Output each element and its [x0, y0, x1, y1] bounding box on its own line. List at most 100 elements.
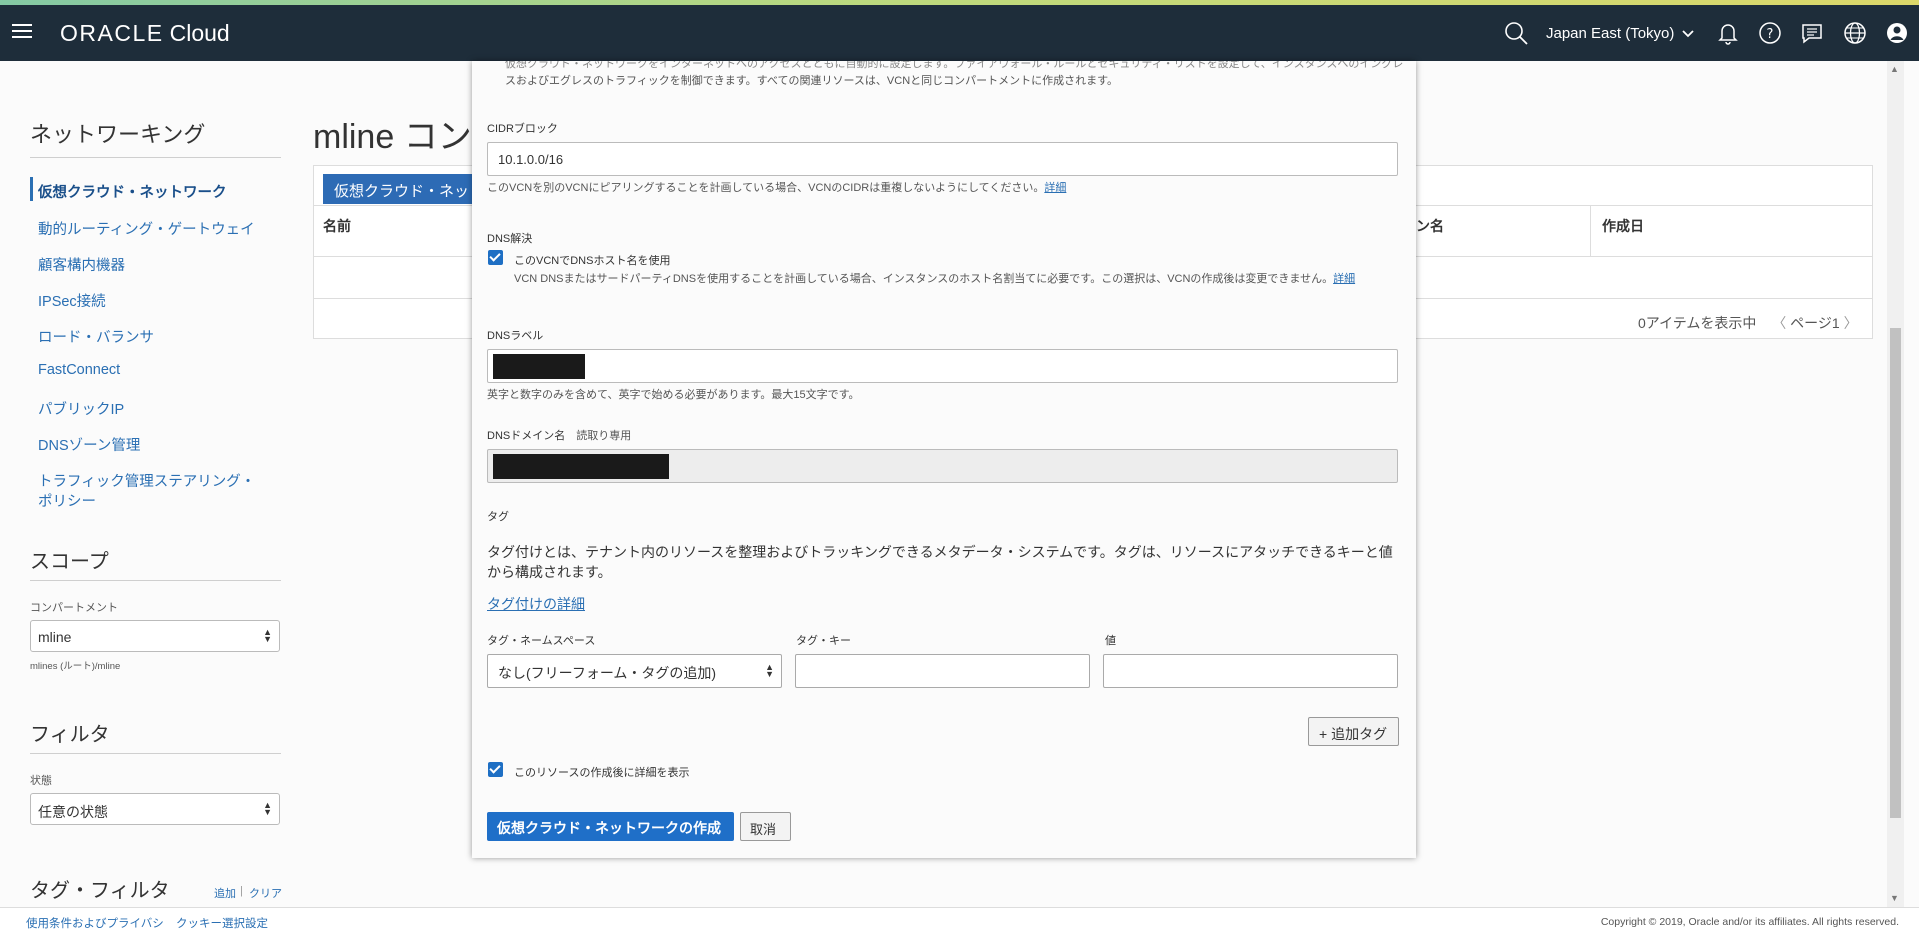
- cidr-details-link[interactable]: 詳細: [1044, 182, 1066, 194]
- tag-namespace-select[interactable]: なし(フリーフォーム・タグの追加) ▲ ▼: [487, 654, 782, 688]
- create-vcn-submit-button[interactable]: 仮想クラウド・ネットワークの作成: [487, 812, 734, 841]
- select-arrows-icon: ▲ ▼: [263, 627, 272, 644]
- state-value: 任意の状態: [38, 804, 108, 820]
- cancel-button[interactable]: 取消: [740, 812, 791, 841]
- menu-icon[interactable]: [12, 23, 32, 39]
- sidebar-divider: [30, 157, 281, 158]
- sidebar-item-public-ip[interactable]: パブリックIP: [38, 398, 124, 419]
- pagination-bar: 0アイテムを表示中 〈 ページ1 〉: [1638, 313, 1858, 333]
- tag-key-label: タグ・キー: [796, 635, 851, 647]
- sidebar-item-fastconnect[interactable]: FastConnect: [38, 362, 120, 378]
- tag-namespace-value: なし(フリーフォーム・タグの追加): [498, 665, 717, 681]
- tag-namespace-label: タグ・ネームスペース: [487, 635, 596, 647]
- compartment-label: コンパートメント: [30, 602, 118, 614]
- sidebar-item-vcn[interactable]: 仮想クラウド・ネットワーク: [38, 181, 227, 202]
- search-icon[interactable]: [1502, 19, 1530, 47]
- redacted-block: [493, 354, 585, 379]
- page-title: mline コン: [313, 118, 472, 156]
- tags-description-line1: タグ付けとは、テナント内のリソースを整理およびトラッキングできるメタデータ・シス…: [487, 544, 1393, 560]
- show-details-label: このリソースの作成後に詳細を表示: [514, 767, 690, 779]
- column-header-created[interactable]: 作成日: [1602, 216, 1644, 236]
- region-selector[interactable]: Japan East (Tokyo): [1546, 25, 1695, 43]
- column-separator: [1590, 206, 1591, 257]
- scope-heading: スコープ: [30, 551, 109, 573]
- help-icon[interactable]: ?: [1756, 19, 1784, 47]
- sidebar-item-ipsec[interactable]: IPSec接続: [38, 290, 106, 311]
- copyright: Copyright © 2019, Oracle and/or its affi…: [1600, 916, 1899, 928]
- scope-divider: [30, 580, 281, 581]
- page-number: ページ1: [1790, 315, 1840, 331]
- intro-text-line1: 仮想クラウド・ネットワークをインターネットへのアクセスとともに自動的に設定します…: [505, 61, 1404, 70]
- dns-domain-input: [487, 449, 1398, 483]
- dns-label-help: 英字と数字のみを含めて、英字で始める必要があります。最大15文字です。: [487, 389, 860, 401]
- compartment-value: mline: [38, 629, 72, 645]
- use-dns-hostnames-checkbox[interactable]: [488, 250, 503, 265]
- cidr-help-text: このVCNを別のVCNにピアリングすることを計画している場合、VCNのCIDRは…: [487, 182, 1045, 194]
- scroll-up-icon[interactable]: ▲: [1890, 64, 1899, 74]
- cidr-value: 10.1.0.0/16: [498, 152, 564, 167]
- cidr-label: CIDRブロック: [487, 123, 558, 135]
- filter-heading: フィルタ: [30, 724, 110, 746]
- state-select[interactable]: 任意の状態 ▲ ▼: [30, 793, 280, 825]
- create-vcn-dialog: 仮想クラウド・ネットワークをインターネットへのアクセスとともに自動的に設定します…: [472, 61, 1416, 858]
- globe-icon[interactable]: [1841, 19, 1869, 47]
- column-header-domain[interactable]: ン名: [1416, 216, 1444, 236]
- tags-heading: タグ: [487, 511, 509, 523]
- tag-value-input[interactable]: [1103, 654, 1398, 688]
- dns-label-input[interactable]: [487, 349, 1398, 383]
- add-tag-button[interactable]: + 追加タグ: [1308, 717, 1399, 746]
- select-arrows-icon: ▲ ▼: [765, 662, 774, 679]
- tags-description-line2: から構成されます。: [487, 564, 612, 580]
- sidebar-item-traffic-steering-2[interactable]: ポリシー: [38, 490, 96, 511]
- dns-label-label: DNSラベル: [487, 330, 544, 342]
- items-count: 0アイテムを表示中: [1638, 315, 1757, 331]
- cookie-settings-link[interactable]: クッキー選択設定: [176, 915, 268, 931]
- terms-privacy-link[interactable]: 使用条件およびプライバシ: [26, 915, 164, 931]
- sidebar-item-load-balancer[interactable]: ロード・バランサ: [38, 326, 154, 347]
- show-details-checkbox[interactable]: [488, 762, 503, 777]
- svg-text:?: ?: [1767, 27, 1774, 42]
- chevron-down-icon: [1681, 26, 1695, 43]
- dns-hostnames-help-text: VCN DNSまたはサードパーティDNSを使用することを計画している場合、インス…: [514, 273, 1334, 285]
- tag-key-input[interactable]: [795, 654, 1090, 688]
- scroll-down-icon[interactable]: ▼: [1890, 893, 1899, 903]
- oracle-cloud-logo[interactable]: ORACLE Cloud: [60, 20, 230, 47]
- top-header: ORACLE Cloud Japan East (Tokyo) ?: [0, 5, 1919, 61]
- readonly-badge: 読取り専用: [576, 430, 632, 442]
- dns-resolution-label: DNS解決: [487, 233, 533, 245]
- sidebar-heading: ネットワーキング: [30, 122, 206, 147]
- sidebar-item-traffic-steering[interactable]: トラフィック管理ステアリング・: [38, 470, 255, 491]
- tag-filter-separator: |: [240, 885, 243, 897]
- dns-domain-label-text: DNSドメイン名: [487, 430, 566, 442]
- chat-icon[interactable]: [1798, 19, 1826, 47]
- sidebar-active-indicator: [30, 177, 33, 201]
- sidebar-item-cpe[interactable]: 顧客構内機器: [38, 254, 125, 275]
- tag-filter-add-link[interactable]: 追加: [214, 885, 236, 901]
- cidr-help: このVCNを別のVCNにピアリングすることを計画している場合、VCNのCIDRは…: [487, 179, 1066, 195]
- user-icon[interactable]: [1883, 19, 1911, 47]
- dns-details-link[interactable]: 詳細: [1333, 273, 1355, 285]
- tag-filter-heading: タグ・フィルタ: [30, 880, 170, 902]
- filter-divider: [30, 753, 281, 754]
- sidebar-item-drg[interactable]: 動的ルーティング・ゲートウェイ: [38, 218, 255, 239]
- tag-value-label: 値: [1105, 635, 1116, 647]
- dns-domain-label: DNSドメイン名 読取り専用: [487, 427, 631, 443]
- compartment-path: mlines (ルート)/mline: [30, 661, 121, 672]
- state-label: 状態: [30, 775, 52, 787]
- select-arrows-icon: ▲ ▼: [263, 800, 272, 817]
- compartment-select[interactable]: mline ▲ ▼: [30, 620, 280, 652]
- cidr-input[interactable]: 10.1.0.0/16: [487, 142, 1398, 176]
- tagging-details-link[interactable]: タグ付けの詳細: [487, 594, 585, 614]
- dns-hostnames-help: VCN DNSまたはサードパーティDNSを使用することを計画している場合、インス…: [514, 270, 1355, 286]
- redacted-block: [493, 454, 669, 479]
- use-dns-hostnames-label: このVCNでDNSホスト名を使用: [514, 255, 671, 267]
- intro-text-line2: スおよびエグレスのトラフィックを制御できます。すべての関連リソースは、VCNと同…: [505, 75, 1119, 87]
- bell-icon[interactable]: [1714, 19, 1742, 47]
- scroll-thumb[interactable]: [1890, 328, 1901, 818]
- region-label: Japan East (Tokyo): [1546, 25, 1675, 42]
- chevron-right-icon[interactable]: 〉: [1844, 315, 1858, 331]
- sidebar-item-dns-zone[interactable]: DNSゾーン管理: [38, 434, 140, 455]
- chevron-left-icon[interactable]: 〈: [1772, 315, 1786, 331]
- column-header-name[interactable]: 名前: [323, 216, 351, 236]
- tag-filter-clear-link[interactable]: クリア: [249, 885, 282, 901]
